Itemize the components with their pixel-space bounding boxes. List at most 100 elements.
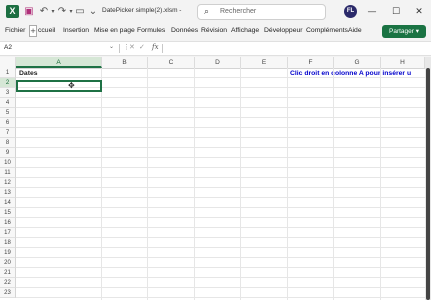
file-title: DatePicker simple(2).xlsm - xyxy=(102,7,182,14)
separator xyxy=(162,44,163,53)
row-header-4[interactable]: 4 xyxy=(0,98,16,108)
autosave-icon[interactable]: ▣ xyxy=(23,6,35,18)
row-header-14[interactable]: 14 xyxy=(0,198,16,208)
column-gridline xyxy=(240,68,241,300)
tab-addins[interactable]: Compléments xyxy=(306,27,348,34)
column-gridline xyxy=(101,68,102,300)
tab-view[interactable]: Affichage xyxy=(231,27,259,34)
column-header-d[interactable]: D xyxy=(195,57,241,68)
row-header-21[interactable]: 21 xyxy=(0,268,16,278)
row-gridline xyxy=(16,147,425,148)
column-header-a[interactable]: A xyxy=(16,57,102,68)
column-header-g[interactable]: G xyxy=(334,57,381,68)
ribbon-tabs: Fichier + ccueil Insertion Mise en page … xyxy=(0,24,431,39)
row-header-15[interactable]: 15 xyxy=(0,208,16,218)
row-header-2[interactable]: 2 xyxy=(0,78,16,88)
row-gridline xyxy=(16,227,425,228)
title-bar: X ▣ ↶ ▾ ↷ ▾ ▭ ⌄ DatePicker simple(2).xls… xyxy=(0,0,431,24)
row-header-20[interactable]: 20 xyxy=(0,258,16,268)
column-gridline xyxy=(147,68,148,300)
name-box[interactable]: A2 ⌄ xyxy=(4,43,114,53)
row-header-18[interactable]: 18 xyxy=(0,238,16,248)
scrollbar-thumb[interactable] xyxy=(426,68,430,300)
tab-help[interactable]: Aide xyxy=(348,27,362,34)
row-gridline xyxy=(16,217,425,218)
excel-logo-icon: X xyxy=(6,5,19,18)
select-all-corner[interactable] xyxy=(0,57,16,68)
row-header-10[interactable]: 10 xyxy=(0,158,16,168)
row-header-12[interactable]: 12 xyxy=(0,178,16,188)
home-tab-marker[interactable]: + xyxy=(29,25,37,37)
chevron-down-icon[interactable]: ⌄ xyxy=(109,43,114,50)
column-header-h[interactable]: H xyxy=(381,57,425,68)
row-gridline xyxy=(16,267,425,268)
row-gridline xyxy=(16,157,425,158)
row-gridline xyxy=(16,137,425,138)
name-box-value: A2 xyxy=(4,44,12,51)
row-header-11[interactable]: 11 xyxy=(0,168,16,178)
row-gridline xyxy=(16,127,425,128)
customize-toolbar-icon[interactable]: ⌄ xyxy=(87,6,99,18)
share-button[interactable]: Partager ▾ xyxy=(382,25,426,38)
row-header-8[interactable]: 8 xyxy=(0,138,16,148)
row-gridline xyxy=(16,77,425,78)
maximize-button[interactable]: ☐ xyxy=(389,5,403,19)
insert-function-icon[interactable]: fx xyxy=(152,43,159,51)
cancel-icon[interactable]: ✕ xyxy=(129,43,135,51)
row-gridline xyxy=(16,167,425,168)
row-gridline xyxy=(16,187,425,188)
cell-cursor-icon: ✥ xyxy=(68,81,75,90)
column-header-b[interactable]: B xyxy=(102,57,148,68)
row-gridline xyxy=(16,97,425,98)
avatar[interactable]: FL xyxy=(344,5,357,18)
column-header-e[interactable]: E xyxy=(241,57,288,68)
worksheet-grid[interactable]: A B C D E F G H Dates Clic droit en colo… xyxy=(0,57,425,300)
row-header-16[interactable]: 16 xyxy=(0,218,16,228)
close-button[interactable]: ✕ xyxy=(412,5,426,19)
row-header-17[interactable]: 17 xyxy=(0,228,16,238)
row-header-3[interactable]: 3 xyxy=(0,88,16,98)
tab-review[interactable]: Révision xyxy=(201,27,227,34)
active-cell-a2[interactable] xyxy=(16,80,102,92)
column-gridline xyxy=(287,68,288,300)
minimize-button[interactable]: — xyxy=(365,5,379,19)
search-box[interactable]: ⌕ Rechercher xyxy=(197,4,326,20)
column-gridline xyxy=(194,68,195,300)
separator xyxy=(119,44,120,53)
form-icon[interactable]: ▭ xyxy=(74,6,86,18)
row-header-7[interactable]: 7 xyxy=(0,128,16,138)
formula-bar: A2 ⌄ ⋮ ✕ ✓ fx xyxy=(0,41,431,56)
row-header-1[interactable]: 1 xyxy=(0,68,16,78)
row-header-6[interactable]: 6 xyxy=(0,118,16,128)
row-gridline xyxy=(16,197,425,198)
row-header-23[interactable]: 23 xyxy=(0,288,16,298)
column-headers: A B C D E F G H xyxy=(0,57,425,69)
column-header-c[interactable]: C xyxy=(148,57,195,68)
tab-insert[interactable]: Insertion xyxy=(63,27,89,34)
row-gridline xyxy=(16,247,425,248)
search-placeholder: Rechercher xyxy=(220,8,257,15)
enter-icon[interactable]: ✓ xyxy=(139,43,145,51)
row-header-19[interactable]: 19 xyxy=(0,248,16,258)
row-header-13[interactable]: 13 xyxy=(0,188,16,198)
column-gridline xyxy=(333,68,334,300)
row-header-9[interactable]: 9 xyxy=(0,148,16,158)
row-gridline xyxy=(16,177,425,178)
tab-developer[interactable]: Développeur xyxy=(264,27,303,34)
tab-page-layout[interactable]: Mise en page xyxy=(94,27,135,34)
row-gridline xyxy=(16,107,425,108)
tab-file[interactable]: Fichier xyxy=(5,27,25,34)
row-header-5[interactable]: 5 xyxy=(0,108,16,118)
row-gridline xyxy=(16,207,425,208)
column-gridline xyxy=(380,68,381,300)
row-gridline xyxy=(16,277,425,278)
row-gridline xyxy=(16,117,425,118)
row-header-22[interactable]: 22 xyxy=(0,278,16,288)
tab-home[interactable]: ccueil xyxy=(38,27,55,34)
row-gridline xyxy=(16,297,425,298)
tab-data[interactable]: Données xyxy=(171,27,198,34)
row-gridline xyxy=(16,287,425,288)
column-header-f[interactable]: F xyxy=(288,57,334,68)
row-gridline xyxy=(16,257,425,258)
tab-formulas[interactable]: Formules xyxy=(137,27,165,34)
